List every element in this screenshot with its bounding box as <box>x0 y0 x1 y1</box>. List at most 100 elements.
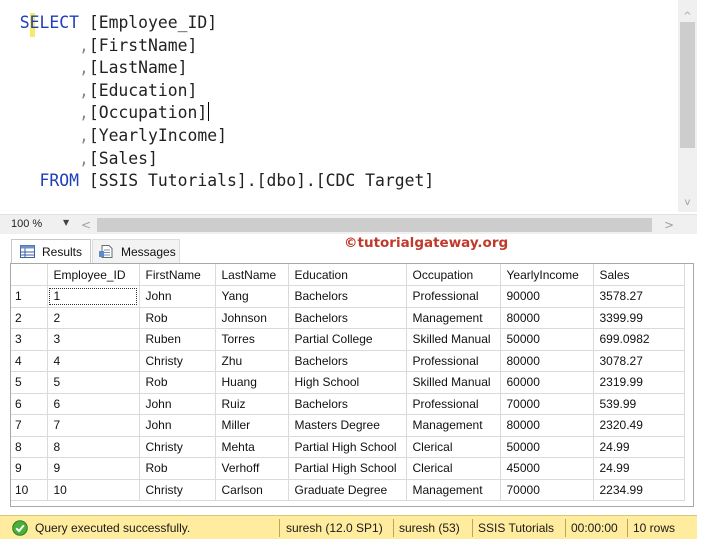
grid-cell[interactable]: Professional <box>406 285 501 308</box>
row-number[interactable]: 6 <box>11 393 48 415</box>
grid-cell[interactable]: John <box>139 414 216 437</box>
table-row[interactable]: 9 9 Rob Verhoff Partial High School Clerical 4… <box>11 457 685 480</box>
zoom-level[interactable]: 100 % <box>11 218 42 230</box>
grid-cell[interactable]: 3578.27 <box>593 285 685 308</box>
code-line[interactable]: FROM [SSIS Tutorials].[dbo].[CDC Target] <box>0 170 676 193</box>
editor-vertical-scrollbar[interactable]: ^ v <box>678 0 697 212</box>
grid-cell[interactable]: Christy <box>139 350 216 372</box>
grid-cell[interactable]: Bachelors <box>288 393 407 415</box>
horizontal-scrollbar-thumb[interactable] <box>97 218 652 232</box>
grid-cell[interactable]: Torres <box>215 328 289 351</box>
grid-cell[interactable]: Mehta <box>215 436 289 458</box>
grid-cell[interactable]: Christy <box>139 436 216 458</box>
grid-cell[interactable]: Skilled Manual <box>406 371 501 394</box>
grid-cell[interactable]: Johnson <box>215 307 289 329</box>
row-number[interactable]: 5 <box>11 371 48 394</box>
grid-cell[interactable]: Professional <box>406 393 501 415</box>
grid-cell[interactable]: 2320.49 <box>593 414 685 437</box>
grid-cell[interactable]: Bachelors <box>288 285 407 308</box>
code-line[interactable]: ,[Education] <box>0 80 676 103</box>
grid-cell[interactable]: 50000 <box>500 436 594 458</box>
results-grid[interactable]: Employee_ID FirstName LastName Education… <box>10 263 694 507</box>
table-row[interactable]: 8 8 Christy Mehta Partial High School Clerica… <box>11 436 685 458</box>
grid-cell[interactable]: Ruben <box>139 328 216 351</box>
grid-cell[interactable]: Rob <box>139 371 216 394</box>
grid-cell[interactable]: Rob <box>139 457 216 480</box>
grid-cell[interactable]: Ruiz <box>215 393 289 415</box>
table-row[interactable]: 6 6 John Ruiz Bachelors Professional 70000 539.… <box>11 393 685 415</box>
grid-cell[interactable]: 80000 <box>500 414 594 437</box>
table-row[interactable]: 3 3 Ruben Torres Partial College Skilled Manu… <box>11 328 685 351</box>
grid-cell[interactable]: 4 <box>47 350 140 372</box>
row-number[interactable]: 7 <box>11 414 48 437</box>
grid-cell[interactable]: Miller <box>215 414 289 437</box>
column-header[interactable]: Sales <box>593 264 685 286</box>
table-row[interactable]: 1 1 John Yang Bachelors Professional 90000 3578… <box>11 285 685 308</box>
grid-cell[interactable]: John <box>139 285 216 308</box>
grid-cell[interactable]: Professional <box>406 350 501 372</box>
zoom-dropdown-icon[interactable]: ▼ <box>63 218 69 227</box>
column-header[interactable]: Occupation <box>406 264 501 286</box>
table-row[interactable]: 4 4 Christy Zhu Bachelors Professional 80000 30… <box>11 350 685 372</box>
grid-cell[interactable]: 2234.99 <box>593 479 685 501</box>
row-number[interactable]: 2 <box>11 307 48 329</box>
grid-cell[interactable]: 2 <box>47 307 140 329</box>
scroll-left-arrow-icon[interactable]: < <box>81 218 91 232</box>
column-header[interactable]: LastName <box>215 264 289 286</box>
grid-cell[interactable]: Huang <box>215 371 289 394</box>
grid-cell[interactable]: Management <box>406 414 501 437</box>
grid-cell[interactable]: Skilled Manual <box>406 328 501 351</box>
grid-cell[interactable]: 9 <box>47 457 140 480</box>
grid-cell[interactable]: Bachelors <box>288 307 407 329</box>
grid-cell[interactable]: Management <box>406 307 501 329</box>
scroll-right-arrow-icon[interactable]: > <box>664 218 674 232</box>
grid-cell[interactable]: Clerical <box>406 436 501 458</box>
code-line[interactable]: ,[Occupation] <box>0 102 676 125</box>
grid-cell[interactable]: 1 <box>47 285 140 308</box>
grid-cell[interactable]: Christy <box>139 479 216 501</box>
grid-cell[interactable]: Rob <box>139 307 216 329</box>
grid-cell[interactable]: Partial College <box>288 328 407 351</box>
grid-cell[interactable]: 50000 <box>500 328 594 351</box>
grid-cell[interactable]: 3 <box>47 328 140 351</box>
grid-cell[interactable]: 24.99 <box>593 457 685 480</box>
grid-cell[interactable]: Yang <box>215 285 289 308</box>
row-number[interactable]: 4 <box>11 350 48 372</box>
grid-cell[interactable]: Management <box>406 479 501 501</box>
grid-cell[interactable]: Zhu <box>215 350 289 372</box>
table-row[interactable]: 5 5 Rob Huang High School Skilled Manual 60000… <box>11 371 685 394</box>
grid-cell[interactable]: 7 <box>47 414 140 437</box>
grid-cell[interactable]: Masters Degree <box>288 414 407 437</box>
code-line[interactable]: SELECT [Employee_ID] <box>0 12 676 35</box>
grid-cell[interactable]: Graduate Degree <box>288 479 407 501</box>
grid-cell[interactable]: John <box>139 393 216 415</box>
grid-cell[interactable]: Verhoff <box>215 457 289 480</box>
grid-cell[interactable]: 6 <box>47 393 140 415</box>
grid-cell[interactable]: 10 <box>47 479 140 501</box>
grid-cell[interactable]: 90000 <box>500 285 594 308</box>
grid-cell[interactable]: Partial High School <box>288 457 407 480</box>
grid-cell[interactable]: 2319.99 <box>593 371 685 394</box>
grid-cell[interactable]: Carlson <box>215 479 289 501</box>
scroll-down-arrow-icon[interactable]: v <box>678 194 697 211</box>
row-number[interactable]: 10 <box>11 479 48 501</box>
grid-cell[interactable]: 80000 <box>500 307 594 329</box>
grid-cell[interactable]: Partial High School <box>288 436 407 458</box>
code-line[interactable]: ,[YearlyIncome] <box>0 125 676 148</box>
column-header[interactable]: Education <box>288 264 407 286</box>
tab-messages[interactable]: Messages <box>92 239 180 263</box>
grid-cell[interactable]: 45000 <box>500 457 594 480</box>
grid-cell[interactable]: 70000 <box>500 393 594 415</box>
grid-cell[interactable]: 80000 <box>500 350 594 372</box>
scrollbar-thumb[interactable] <box>680 22 695 148</box>
row-number[interactable]: 9 <box>11 457 48 480</box>
tab-results[interactable]: Results <box>11 239 91 263</box>
grid-cell[interactable]: 70000 <box>500 479 594 501</box>
code-line[interactable]: ,[LastName] <box>0 57 676 80</box>
table-row[interactable]: 10 10 Christy Carlson Graduate Degree Managem… <box>11 479 685 501</box>
code-line[interactable]: ,[FirstName] <box>0 35 676 58</box>
grid-cell[interactable]: Bachelors <box>288 350 407 372</box>
row-number[interactable]: 1 <box>11 285 48 308</box>
sql-code[interactable]: SELECT [Employee_ID] ,[FirstName] ,[Last… <box>0 12 676 193</box>
row-number[interactable]: 8 <box>11 436 48 458</box>
